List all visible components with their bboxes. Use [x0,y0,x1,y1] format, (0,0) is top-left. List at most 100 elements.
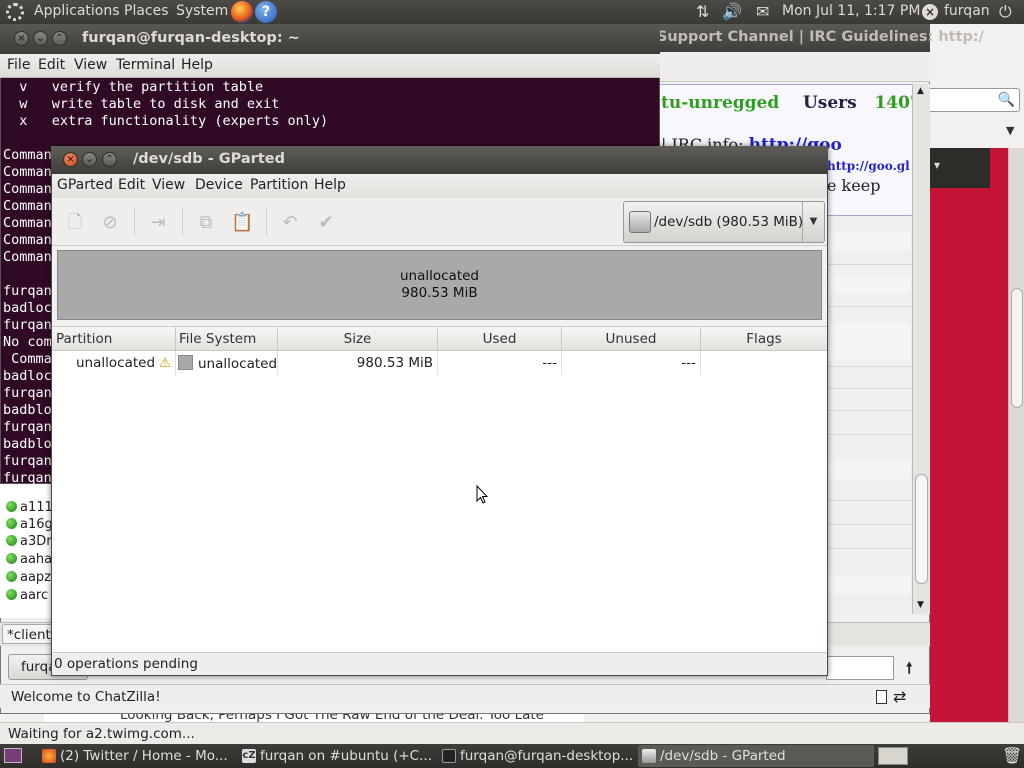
menu-device[interactable]: Device [195,177,243,193]
resize-move-icon[interactable]: ⇥ [147,212,169,234]
workspace-switcher[interactable] [878,747,908,765]
chat-vertical-scrollbar[interactable]: ▲ ▼ [912,84,930,614]
power-icon[interactable]: ⏻ [999,2,1012,22]
gparted-menubar: GParted Edit View Device Partition Help [52,174,827,198]
menu-applications[interactable]: Applications [34,3,120,19]
column-partition[interactable]: Partition [52,327,176,351]
help-icon[interactable]: ? [255,1,277,23]
message-input[interactable] [826,656,894,680]
username[interactable]: furqan [944,3,990,19]
user-status-icon[interactable]: × [922,4,938,20]
user-list-item[interactable]: a16g [6,517,51,532]
menu-help[interactable]: Help [314,177,346,193]
terminal-line: Comman [3,181,52,197]
network-icon[interactable]: ⇅ [696,2,709,21]
firefox-search-input[interactable]: 🔍 [920,88,1020,112]
menu-view[interactable]: View [152,177,185,193]
tab-client[interactable]: *client [2,624,54,644]
terminal-line: furqan [3,470,52,484]
partition-visual-map[interactable]: unallocated 980.53 MiB [57,250,822,320]
user-list-item[interactable]: a3Dr [6,534,51,549]
chatzilla-status-bar: Welcome to ChatZilla! ⇄ [0,684,930,708]
terminal-line: furqan [3,419,52,435]
taskbar-item-chatzilla[interactable]: cZ furqan on #ubuntu (+C... [238,745,434,767]
search-icon[interactable]: 🔍 [998,92,1015,108]
cell-partition: unallocated ⚠ [52,351,176,375]
terminal-title: furqan@furqan-desktop: ~ [82,30,300,46]
user-list-item[interactable]: aaha [6,552,51,567]
chatzilla-status-text: Welcome to ChatZilla! [11,689,161,705]
terminal-line: Comman [3,249,52,265]
trash-icon[interactable]: 🗑 [1002,746,1022,765]
new-partition-icon[interactable]: 🗋 [64,212,86,234]
device-selector[interactable]: /dev/sdb (980.53 MiB) ▼ [623,201,825,243]
menu-places[interactable]: Places [124,3,169,19]
document-icon[interactable] [876,690,887,704]
maximize-icon[interactable]: ⌃ [52,31,67,46]
apply-icon[interactable]: ✔ [315,212,337,234]
maximize-icon[interactable]: ⌃ [102,152,117,167]
menu-terminal[interactable]: Terminal [116,57,175,73]
topic-link-small[interactable]: http://goo.gl [827,159,910,173]
online-status-icon [6,553,17,564]
clock[interactable]: Mon Jul 11, 1:17 PM [782,3,920,19]
column-unused[interactable]: Unused [562,327,701,351]
menu-partition[interactable]: Partition [250,177,308,193]
column-size[interactable]: Size [278,327,438,351]
partition-table[interactable]: Partition File System Size Used Unused F… [52,326,827,652]
send-arrow-icon[interactable]: 🠕 [906,658,912,683]
column-used[interactable]: Used [438,327,562,351]
chevron-down-icon[interactable]: ▾ [934,158,940,172]
refresh-icon[interactable]: ⇄ [893,687,906,706]
menu-edit[interactable]: Edit [38,57,65,73]
firefox-status-bar: Waiting for a2.twimg.com... [0,722,1024,744]
menu-help[interactable]: Help [181,57,213,73]
paste-icon[interactable]: 📋 [231,212,253,234]
gparted-titlebar[interactable]: × ⌄ ⌃ /dev/sdb - GParted [51,146,828,174]
minimize-icon[interactable]: ⌄ [82,152,97,167]
mail-icon[interactable]: ✉ [756,2,769,21]
terminal-titlebar[interactable]: × ⌄ ⌃ furqan@furqan-desktop: ~ [0,24,660,54]
firefox-launcher-icon[interactable] [231,1,253,23]
terminal-line: badblo [3,402,52,418]
taskbar-item-firefox[interactable]: (2) Twitter / Home - Mo... [38,745,230,767]
menu-view[interactable]: View [74,57,107,73]
scroll-down-icon[interactable]: ▼ [917,600,924,610]
firefox-vertical-scrollbar[interactable] [1008,148,1024,724]
bottom-panel: (2) Twitter / Home - Mo... cZ furqan on #… [0,744,1024,768]
terminal-line: badblo [3,436,52,452]
visual-partition-label: unallocated [399,268,479,284]
chevron-down-icon[interactable]: ▼ [802,202,824,242]
close-icon[interactable]: × [63,152,78,167]
minimize-icon[interactable]: ⌄ [33,31,48,46]
undo-icon[interactable]: ↶ [279,212,301,234]
mouse-cursor-icon [476,485,488,504]
column-flags[interactable]: Flags [701,327,827,351]
menu-gparted[interactable]: GParted [57,177,113,193]
taskbar-item-terminal[interactable]: furqan@furqan-desktop... [438,745,634,767]
user-list-item[interactable]: a111 [6,500,51,515]
scrollbar-thumb[interactable] [915,474,928,584]
column-file-system[interactable]: File System [176,327,278,351]
topic-text-end: e keep [827,176,881,195]
menu-system[interactable]: System [176,3,228,19]
menu-edit[interactable]: Edit [118,177,145,193]
terminal-line: Comma [3,351,52,367]
show-desktop-icon[interactable] [4,748,22,763]
online-status-icon [6,518,17,529]
scrollbar-thumb[interactable] [1011,288,1023,408]
terminal-menubar: File Edit View Terminal Help [0,54,660,78]
user-list-item[interactable]: aapz [6,570,51,585]
close-icon[interactable]: × [14,31,29,46]
firefox-dropdown-icon[interactable]: ▼ [1006,124,1014,137]
copy-icon[interactable]: ⧉ [195,212,217,234]
ubuntu-logo-icon[interactable] [6,3,24,21]
menu-file[interactable]: File [7,57,30,73]
hard-disk-icon [629,211,651,233]
user-list-item[interactable]: aarc [6,588,48,603]
terminal-line: v verify the partition table [3,79,264,95]
delete-partition-icon[interactable]: ⊘ [99,212,121,234]
taskbar-item-gparted[interactable]: /dev/sdb - GParted [638,745,874,767]
volume-icon[interactable]: 🔊 [722,2,742,21]
scroll-up-icon[interactable]: ▲ [917,86,924,96]
